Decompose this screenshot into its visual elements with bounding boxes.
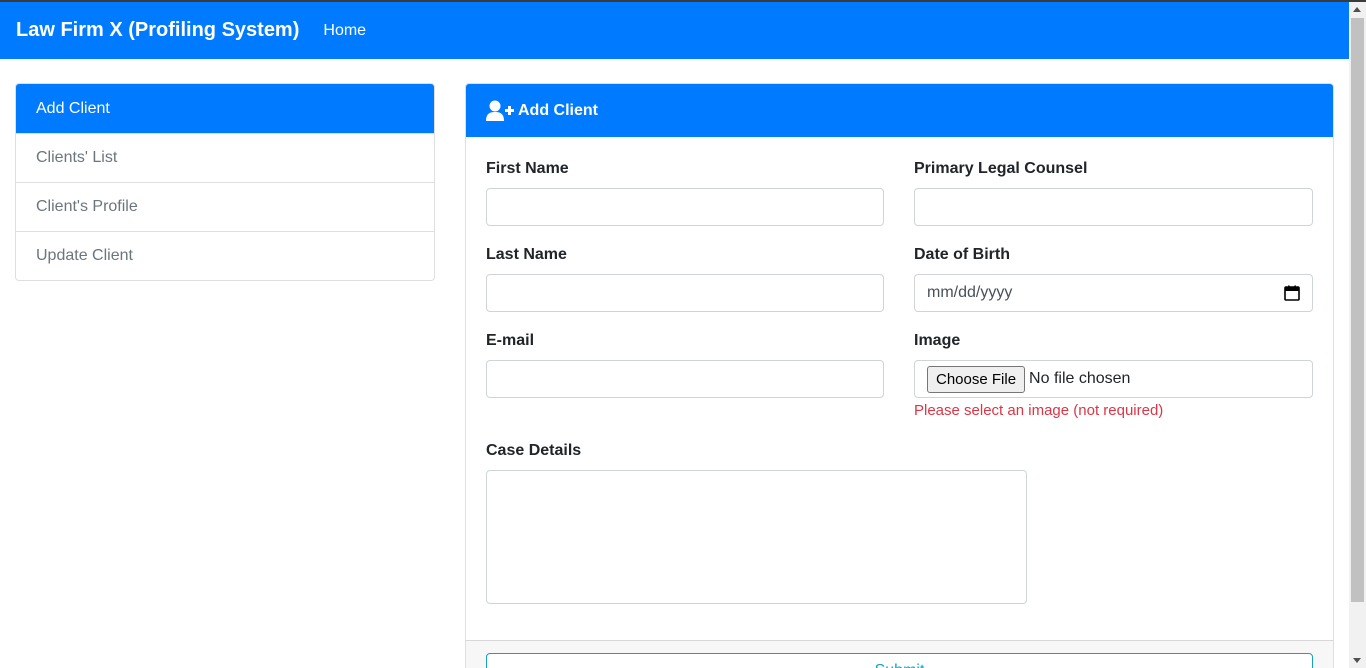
primary-counsel-input[interactable] [914,188,1313,226]
sidebar-item-label: Client's Profile [36,198,138,215]
case-details-textarea[interactable] [486,470,1027,604]
dob-placeholder: mm/dd/yyyy [927,284,1013,301]
sidebar-menu: Add Client Clients' List Client's Profil… [15,83,435,281]
image-hint-text: Please select an image (not required) [914,402,1164,419]
first-name-label: First Name [486,160,569,177]
scroll-up-arrow-icon[interactable] [1353,7,1361,12]
nav-home-link[interactable]: Home [323,22,366,40]
scroll-down-arrow-icon[interactable] [1353,658,1361,663]
sidebar-item-update-client[interactable]: Update Client [16,231,434,280]
image-label: Image [914,332,961,349]
first-name-input[interactable] [486,188,884,226]
add-client-card: Add Client First Name Primary Legal Coun… [465,83,1334,668]
case-details-label: Case Details [486,442,582,459]
card-header: Add Client [466,84,1333,137]
page-scrollbar[interactable] [1349,2,1366,668]
sidebar-item-label: Clients' List [36,149,118,166]
sidebar-item-client-profile[interactable]: Client's Profile [16,182,434,231]
user-plus-icon [486,100,514,121]
sidebar-item-clients-list[interactable]: Clients' List [16,133,434,182]
calendar-icon[interactable] [1284,285,1300,301]
card-footer: Submit [466,640,1333,668]
dob-input[interactable]: mm/dd/yyyy [914,274,1313,312]
file-status-text: No file chosen [1029,370,1131,387]
navbar: Law Firm X (Profiling System) Home [0,2,1349,59]
sidebar-item-label: Update Client [36,247,133,264]
choose-file-button[interactable]: Choose File [927,365,1026,393]
sidebar-item-label: Add Client [36,99,110,117]
last-name-input[interactable] [486,274,884,312]
navbar-brand[interactable]: Law Firm X (Profiling System) [16,19,299,42]
card-title: Add Client [518,101,598,119]
dob-label: Date of Birth [914,246,1010,263]
image-file-input[interactable]: Choose File No file chosen [914,360,1313,398]
submit-button[interactable]: Submit [486,653,1313,668]
scroll-thumb[interactable] [1351,18,1364,602]
primary-counsel-label: Primary Legal Counsel [914,160,1088,177]
sidebar-item-add-client[interactable]: Add Client [16,84,434,133]
last-name-label: Last Name [486,246,567,263]
email-label: E-mail [486,332,535,349]
email-input[interactable] [486,360,884,398]
